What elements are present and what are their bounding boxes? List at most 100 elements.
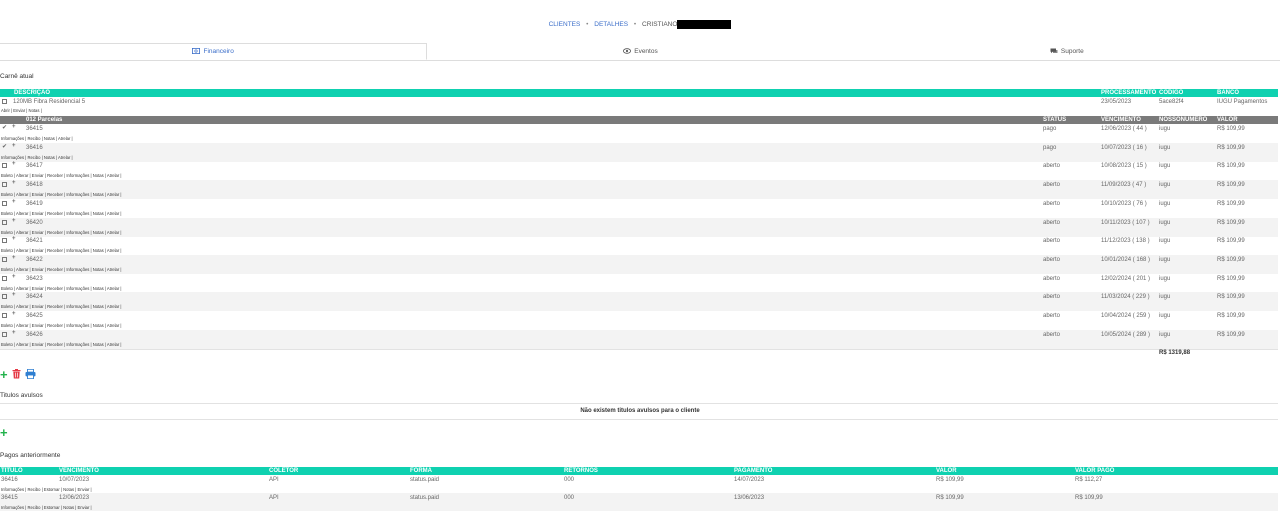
- parcela-actions[interactable]: Boleto | Alterar | Enviar | Receber | In…: [1, 323, 122, 328]
- carne-codigo: 5ace82f4: [1159, 99, 1184, 105]
- parcela-nossonumero: iugu: [1159, 331, 1171, 338]
- pago-venc: 10/07/2023: [59, 477, 90, 483]
- parcela-actions[interactable]: Boleto | Alterar | Enviar | Receber | In…: [1, 230, 122, 235]
- tab-eventos[interactable]: Eventos: [427, 43, 853, 60]
- expand-plus-icon[interactable]: +: [12, 218, 16, 224]
- parcela-status: pago: [1043, 144, 1057, 151]
- carne-actions[interactable]: Abrir | Enviar | Notas |: [1, 108, 42, 113]
- pago-forma: status.paid: [410, 477, 440, 483]
- pago-retornos: 000: [564, 477, 575, 483]
- parcela-checkbox[interactable]: [2, 200, 7, 207]
- col-descricao: DESCRIÇÃO: [14, 90, 51, 96]
- expand-plus-icon[interactable]: +: [12, 311, 16, 317]
- breadcrumb-clientes[interactable]: CLIENTES: [549, 21, 581, 28]
- carne-checkbox[interactable]: [2, 99, 7, 105]
- parcela-status: aberto: [1043, 256, 1061, 263]
- expand-plus-icon[interactable]: +: [12, 292, 16, 298]
- parcela-actions[interactable]: Boleto | Alterar | Enviar | Receber | In…: [1, 304, 122, 309]
- parcela-vencimento: 12/02/2024 ( 201 ): [1101, 275, 1151, 282]
- col-titulo: TITULO: [1, 468, 23, 474]
- parcela-checkbox[interactable]: [2, 331, 7, 338]
- parcela-checkbox[interactable]: [2, 294, 7, 300]
- parcela-checkbox[interactable]: [2, 219, 7, 226]
- divider: [0, 403, 1278, 404]
- pago-valor-pago: R$ 112,27: [1075, 477, 1103, 483]
- trash-icon[interactable]: [12, 369, 21, 379]
- expand-plus-icon[interactable]: +: [12, 161, 16, 167]
- carne-total: R$ 1319,88: [1159, 350, 1191, 356]
- parcela-vencimento: 11/03/2024 ( 229 ): [1101, 294, 1150, 301]
- tab-financeiro[interactable]: Financeiro: [0, 43, 428, 60]
- parcela-actions[interactable]: Boleto | Alterar | Enviar | Receber | In…: [1, 286, 122, 291]
- parcela-checkbox[interactable]: [2, 238, 7, 244]
- parcela-row: +36421 aberto 11/12/2023 ( 138 ) iugu R$ 109…: [0, 236, 1278, 255]
- parcela-status: aberto: [1043, 219, 1061, 226]
- parcela-actions[interactable]: Boleto | Alterar | Enviar | Receber | In…: [1, 267, 122, 272]
- pago-actions[interactable]: Informações | Recibo | Estornar | Notas …: [1, 505, 92, 510]
- expand-plus-icon[interactable]: +: [12, 255, 16, 261]
- parcela-checkbox[interactable]: [2, 313, 7, 319]
- eye-icon: [623, 47, 632, 56]
- parcela-nossonumero: iugu: [1159, 182, 1171, 189]
- expand-plus-icon[interactable]: +: [12, 124, 16, 130]
- parcela-valor: R$ 109,99: [1217, 256, 1245, 263]
- expand-plus-icon[interactable]: +: [12, 199, 16, 205]
- parcela-id: 36424: [26, 294, 43, 301]
- col-banco: BANCO: [1217, 90, 1239, 96]
- parcela-checkbox[interactable]: [2, 163, 7, 169]
- parcelas-header: 012 Parcelas STATUS VENCIMENTO NOSSONUME…: [0, 116, 1278, 124]
- carne-title: Carnê atual: [0, 73, 34, 80]
- carne-row: 120MB Fibra Residencial 5 23/05/2023 5ac…: [0, 97, 1278, 116]
- col-codigo: CODIGO: [1159, 90, 1184, 96]
- parcela-vencimento: 10/04/2024 ( 259 ): [1101, 313, 1151, 319]
- pago-coletor: API: [269, 477, 279, 483]
- parcela-actions[interactable]: Boleto | Alterar | Enviar | Receber | In…: [1, 342, 122, 347]
- breadcrumb: CLIENTES • DETALHES • CRISTIANO: [0, 20, 1280, 29]
- avulsos-empty: Não existem titulos avulsos para o clien…: [580, 408, 700, 414]
- expand-plus-icon[interactable]: +: [12, 274, 16, 280]
- avulsos-title: Titulos avulsos: [0, 392, 43, 399]
- pago-pagamento: 13/06/2023: [734, 495, 765, 501]
- col-nossonumero: NOSSONUMERO: [1159, 117, 1208, 123]
- parcela-row: +36423 aberto 12/02/2024 ( 201 ) iugu R$ 109…: [0, 274, 1278, 293]
- tab-label: Eventos: [634, 48, 658, 55]
- col-coletor: COLETOR: [269, 468, 299, 474]
- printer-icon[interactable]: [25, 369, 36, 379]
- parcela-row: ✔ +36416 pago 10/07/2023 ( 16 ) iugu R$ 109,9…: [0, 142, 1278, 162]
- parcela-nossonumero: iugu: [1159, 163, 1171, 170]
- expand-plus-icon[interactable]: +: [12, 143, 16, 149]
- pago-valor: R$ 109,99: [936, 477, 964, 483]
- pago-forma: status.paid: [410, 495, 440, 501]
- parcela-vencimento: 10/10/2023 ( 76 ): [1101, 200, 1147, 207]
- parcela-vencimento: 10/01/2024 ( 168 ): [1101, 256, 1151, 263]
- parcela-actions[interactable]: Informações | Recibo | Notas | Atrelar |: [1, 136, 73, 141]
- expand-plus-icon[interactable]: +: [12, 180, 16, 186]
- tab-suporte[interactable]: Suporte: [854, 43, 1280, 60]
- expand-plus-icon[interactable]: +: [12, 236, 16, 242]
- money-icon: [192, 47, 201, 56]
- parcela-checkbox[interactable]: [2, 182, 7, 188]
- parcela-actions[interactable]: Boleto | Alterar | Enviar | Receber | In…: [1, 211, 122, 216]
- parcela-nossonumero: iugu: [1159, 200, 1171, 207]
- add-avulso-plus-icon[interactable]: +: [0, 426, 8, 439]
- parcela-nossonumero: iugu: [1159, 219, 1171, 226]
- parcela-vencimento: 11/09/2023 ( 47 ): [1101, 182, 1147, 189]
- col-processamento: PROCESSAMENTO: [1101, 90, 1157, 96]
- divider: [0, 419, 1278, 420]
- add-plus-icon[interactable]: +: [0, 368, 8, 381]
- breadcrumb-detalhes[interactable]: DETALHES: [594, 21, 628, 28]
- parcela-checkbox[interactable]: [2, 275, 7, 282]
- parcela-status: pago: [1043, 126, 1057, 132]
- pago-actions[interactable]: Informações | Recibo | Estornar | Notas …: [1, 487, 92, 492]
- parcela-actions[interactable]: Boleto | Alterar | Enviar | Receber | In…: [1, 192, 122, 197]
- parcela-row: +36426 aberto 10/05/2024 ( 289 ) iugu R$ 109…: [0, 329, 1278, 349]
- expand-plus-icon[interactable]: +: [12, 330, 16, 336]
- col-vencimento: VENCIMENTO: [59, 468, 99, 474]
- parcela-actions[interactable]: Boleto | Alterar | Enviar | Receber | In…: [1, 248, 122, 253]
- parcela-id: 36421: [26, 238, 43, 245]
- pago-valor: R$ 109,99: [936, 495, 964, 501]
- parcela-valor: R$ 109,99: [1217, 313, 1245, 319]
- parcela-checkbox[interactable]: [2, 256, 7, 263]
- parcela-actions[interactable]: Boleto | Alterar | Enviar | Receber | In…: [1, 173, 122, 178]
- parcela-actions[interactable]: Informações | Recibo | Notas | Atrelar |: [1, 155, 73, 160]
